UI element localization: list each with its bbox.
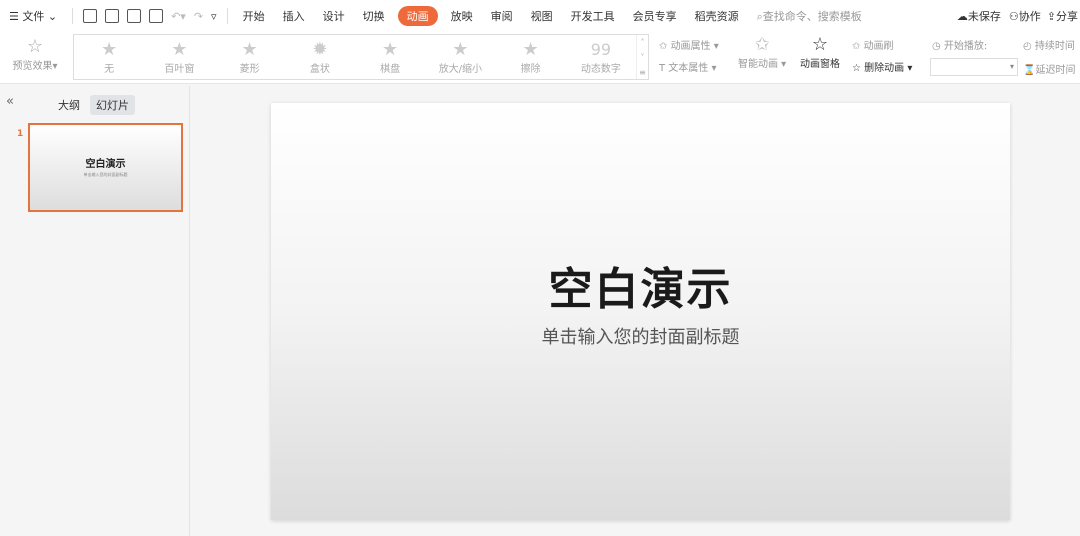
preview-label: 预览效果 <box>12 61 53 72</box>
tab-insert[interactable]: 插入 <box>274 8 314 24</box>
tab-transition[interactable]: 切换 <box>354 8 394 24</box>
effect-label: 棋盘 <box>380 63 401 75</box>
cloud-icon: ☁ <box>956 10 968 23</box>
file-label: 文件 <box>22 10 45 23</box>
tab-docer[interactable]: 稻壳资源 <box>686 8 748 24</box>
label: 持续时间 <box>1034 41 1075 52</box>
effect-label: 无 <box>104 63 115 75</box>
slide-thumbnail[interactable]: 空白演示 单击输入您的封面副标题 <box>28 123 183 212</box>
tab-developer[interactable]: 开发工具 <box>562 8 624 24</box>
anim-brush-button[interactable]: ✩ 动画刷 <box>852 37 894 52</box>
star-icon: ★ <box>101 38 118 60</box>
search-placeholder: 查找命令、搜索模板 <box>762 10 862 23</box>
slide-number: 1 <box>17 129 24 139</box>
slide-panel: « 大纲 幻灯片 1 空白演示 单击输入您的封面副标题 <box>0 86 190 536</box>
animation-ribbon: ☆ 预览效果▾ ★ 无 ★ 百叶窗 ★ 菱形 ✹ 盒状 ★ 棋盘 ★ 放大/缩小 ★ 擦除 9… <box>0 32 1080 84</box>
share-label: 分享 <box>1056 10 1078 23</box>
save-icon[interactable] <box>83 9 98 23</box>
effect-wipe[interactable]: ★ 擦除 <box>496 35 566 79</box>
anim-props-button[interactable]: ✩ 动画属性 ▾ <box>659 37 719 52</box>
smart-anim-button[interactable]: ✩ 智能动画 ▾ <box>738 34 786 70</box>
collapse-panel-icon[interactable]: « <box>6 94 14 109</box>
star-icon: ★ <box>382 38 399 60</box>
delete-anim-button[interactable]: ☆ 删除动画 ▾ <box>852 59 912 74</box>
tab-outline[interactable]: 大纲 <box>52 95 86 115</box>
divider <box>226 8 228 24</box>
effect-checkerboard[interactable]: ★ 棋盘 <box>355 35 425 79</box>
collab-label: 协作 <box>1018 10 1041 23</box>
effect-blinds[interactable]: ★ 百叶窗 <box>144 35 214 79</box>
print-icon[interactable] <box>127 9 142 23</box>
effect-gallery: ★ 无 ★ 百叶窗 ★ 菱形 ✹ 盒状 ★ 棋盘 ★ 放大/缩小 ★ 擦除 99 动态数字 ˄ ˅… <box>73 34 649 80</box>
label: 删除动画 <box>864 63 905 74</box>
star-icon: ★ <box>452 38 469 60</box>
effect-zoom[interactable]: ★ 放大/缩小 <box>425 35 495 79</box>
unsaved-button[interactable]: ☁未保存 <box>953 8 1005 24</box>
share-icon: ⇪ <box>1046 10 1056 23</box>
undo-icon[interactable]: ↶▾ <box>167 10 190 23</box>
duration-label: ◴ 持续时间 <box>1023 41 1075 52</box>
star-icon: ☆ <box>811 34 829 55</box>
effect-box[interactable]: ✹ 盒状 <box>285 35 355 79</box>
anim-pane-button[interactable]: ☆ 动画窗格 <box>800 34 840 70</box>
label: 延迟时间 <box>1035 65 1076 76</box>
tab-home[interactable]: 开始 <box>234 8 274 24</box>
slide-canvas[interactable]: 空白演示 单击输入您的封面副标题 <box>271 103 1010 520</box>
star-icon: ☆ <box>26 36 44 57</box>
tab-review[interactable]: 审阅 <box>482 8 522 24</box>
label: 动画窗格 <box>800 59 840 70</box>
user-add-icon: ⚇ <box>1008 10 1019 23</box>
share-button[interactable]: ⇪分享 <box>1045 8 1080 24</box>
export-pdf-icon[interactable] <box>105 9 120 23</box>
file-menu[interactable]: ☰ 文件 ⌄ <box>0 8 66 24</box>
preview-button[interactable]: ☆ 预览效果▾ <box>10 36 60 72</box>
effect-label: 擦除 <box>520 63 541 75</box>
label: 开始播放: <box>943 41 988 52</box>
print-preview-icon[interactable] <box>149 9 164 23</box>
effect-label: 动态数字 <box>580 63 621 75</box>
gallery-scroll[interactable]: ˄ ˅ ≡ <box>636 35 648 79</box>
label: 动画刷 <box>863 41 894 52</box>
effect-label: 放大/缩小 <box>438 63 483 75</box>
thumb-subtitle: 单击输入您的封面副标题 <box>83 172 128 177</box>
effect-none[interactable]: ★ 无 <box>74 35 144 79</box>
label: 动画属性 <box>670 41 711 52</box>
menu-bar: ☰ 文件 ⌄ ↶▾ ↷ ▿ 开始 插入 设计 切换 动画 放映 审阅 视图 开发… <box>0 0 1080 32</box>
delay-label: ⌛延迟时间 <box>1023 65 1076 76</box>
customize-toolbar-icon[interactable]: ▿ <box>207 10 221 23</box>
slide-title[interactable]: 空白演示 <box>271 253 1010 317</box>
collab-button[interactable]: ⚇协作 <box>1005 8 1045 24</box>
search-box[interactable]: ⌕查找命令、搜索模板 <box>748 8 871 24</box>
label: 文本属性 <box>668 63 709 74</box>
star-icon: ✹ <box>312 38 328 60</box>
effect-label: 菱形 <box>239 63 260 75</box>
slide-subtitle[interactable]: 单击输入您的封面副标题 <box>271 323 1010 349</box>
label: 智能动画 <box>738 59 778 70</box>
tab-view[interactable]: 视图 <box>522 8 562 24</box>
divider <box>72 8 74 24</box>
tab-animation[interactable]: 动画 <box>397 6 438 26</box>
tab-slides[interactable]: 幻灯片 <box>90 95 135 115</box>
effect-label: 盒状 <box>309 63 330 75</box>
effect-counter[interactable]: 99 动态数字 <box>566 35 636 79</box>
effect-label: 百叶窗 <box>164 63 195 75</box>
star-icon: ★ <box>241 38 258 60</box>
redo-icon[interactable]: ↷ <box>190 10 207 23</box>
thumb-title: 空白演示 <box>85 159 126 170</box>
start-play-select[interactable]: ▾ <box>930 58 1018 76</box>
tab-design[interactable]: 设计 <box>314 8 354 24</box>
tab-slideshow[interactable]: 放映 <box>442 8 482 24</box>
effect-diamond[interactable]: ★ 菱形 <box>215 35 285 79</box>
star-icon: ✩ <box>754 34 770 55</box>
start-play-label: ◷ 开始播放: <box>932 41 988 52</box>
star-icon: ★ <box>171 38 188 60</box>
star-icon: ★ <box>522 38 539 60</box>
tab-member[interactable]: 会员专享 <box>624 8 686 24</box>
number-icon: 99 <box>590 39 612 59</box>
unsaved-label: 未保存 <box>967 10 1001 23</box>
text-props-button[interactable]: T 文本属性 ▾ <box>659 59 717 74</box>
